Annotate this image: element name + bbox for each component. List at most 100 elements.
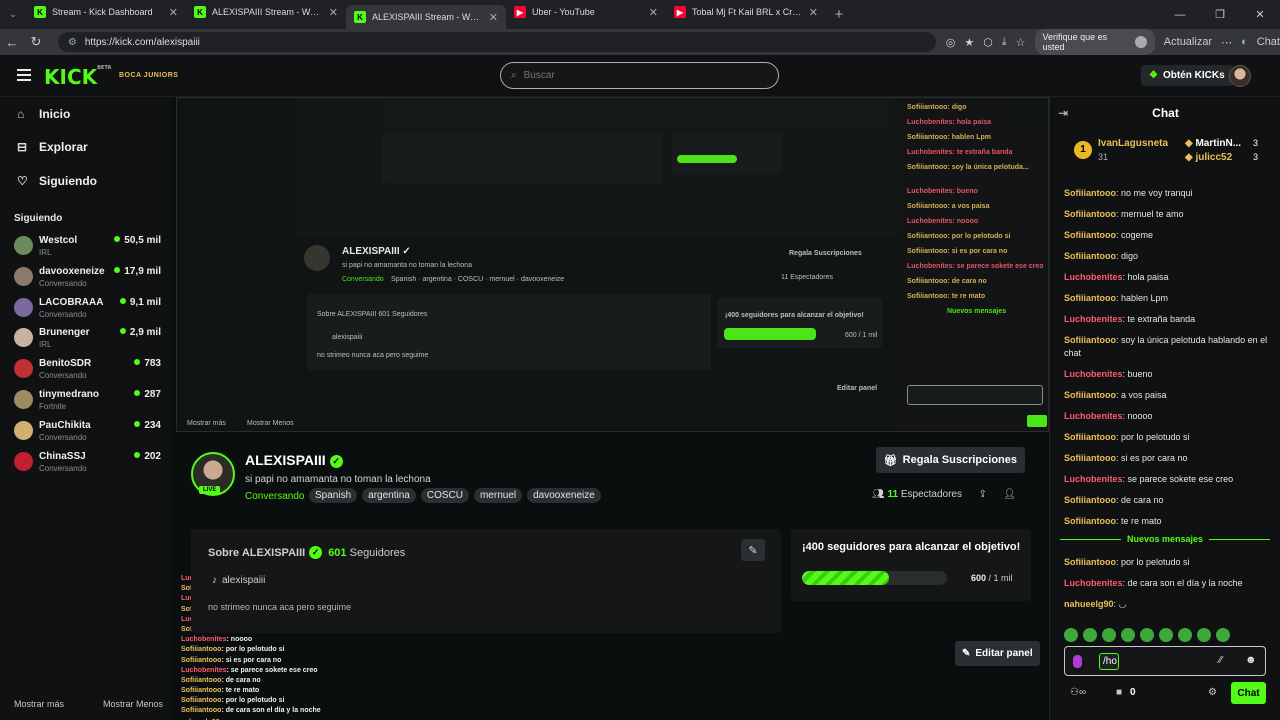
chat-username[interactable]: nahueelg90 [1064,599,1114,609]
close-window-icon[interactable]: ✕ [1240,0,1280,29]
gift-icon[interactable]: ■ [1116,687,1122,698]
chat-username[interactable]: Sofiiiantooo [1064,453,1116,463]
chat-message[interactable]: Sofiiiantooo: a vos paisa [1064,389,1276,402]
chat-input[interactable] [1099,653,1119,670]
emote-icon[interactable] [1159,628,1173,642]
extension-icon[interactable]: ⬡ [983,36,993,49]
browser-tab[interactable]: K ALEXISPAIII Stream - Watch Live o ✕ [186,0,346,24]
update-button[interactable]: Actualizar [1164,36,1212,48]
user-avatar[interactable] [1229,65,1251,87]
emote-icon[interactable] [1121,628,1135,642]
close-tab-icon[interactable]: ✕ [169,6,178,19]
gifter-name[interactable]: ◆ julicc52 [1185,152,1232,163]
emote-icon[interactable] [1216,628,1230,642]
chat-message[interactable]: Luchobenites: bueno [1064,368,1276,381]
favorites-icon[interactable]: ☆ [1016,36,1026,49]
gifter-name[interactable]: ◆ MartinN... [1185,138,1241,149]
search-input[interactable] [523,70,744,81]
kicks-points-icon[interactable]: ⚇∞ [1070,687,1086,698]
chat-send-button[interactable]: Chat [1231,682,1266,704]
chat-username[interactable]: Sofiiiantooo [1064,188,1116,198]
tab-list-icon[interactable]: ⌄ [0,0,26,29]
site-info-icon[interactable]: ⚙ [68,37,77,48]
chat-username[interactable]: Sofiiiantooo [1064,230,1116,240]
chat-username[interactable]: Sofiiiantooo [1064,432,1116,442]
gifter-name[interactable]: IvanLagusneta [1098,138,1168,149]
emote-icon[interactable] [1064,628,1078,642]
sidebar-channel[interactable]: LACOBRAAA Conversando 9,1 mil [14,295,164,323]
reader-icon[interactable]: ◎ [946,36,956,49]
sidebar-channel[interactable]: davooxeneize Conversando 17,9 mil [14,264,164,292]
stream-tag[interactable]: COSCU [420,488,469,503]
channel-name[interactable]: ALEXISPAIII ✓ [245,452,343,468]
close-tab-icon[interactable]: ✕ [329,6,338,19]
chat-username[interactable]: Luchobenites [1064,578,1123,588]
emote-icon[interactable] [1102,628,1116,642]
reload-icon[interactable]: ↻ [24,34,48,50]
chat-message[interactable]: Sofiiiantooo: digo [1064,250,1276,263]
chat-message[interactable]: Sofiiiantooo: por lo pelotudo si [1064,431,1276,444]
chat-message[interactable]: Sofiiiantooo: cogeme [1064,229,1276,242]
new-tab-icon[interactable]: + [826,0,852,29]
chat-message[interactable]: Sofiiiantooo: por lo pelotudo si [1064,556,1276,569]
chat-username[interactable]: Luchobenites [1064,474,1123,484]
follow-user-icon[interactable]: 👤︎ [1003,489,1016,500]
minimize-icon[interactable]: — [1160,0,1200,29]
chat-message[interactable]: Luchobenites: hola paisa [1064,271,1276,284]
stream-tag[interactable]: argentina [362,488,416,503]
chat-message[interactable]: Luchobenites: de cara son el día y la no… [1064,577,1276,590]
stream-tag[interactable]: Spanish [309,488,358,503]
gift-subs-button[interactable]: 🎁︎ Regala Suscripciones [875,447,1025,473]
browser-chat-label[interactable]: Chat [1257,36,1280,48]
chat-message[interactable]: Sofiiiantooo: hablen Lpm [1064,292,1276,305]
tiktok-link[interactable]: ♪ alexispaiii [212,575,265,586]
emote-icon[interactable] [1140,628,1154,642]
search-bar[interactable]: ⌕ [500,62,779,89]
chat-username[interactable]: Sofiiiantooo [1064,293,1116,303]
browser-tab[interactable]: ▶ Uber - YouTube ✕ [506,0,666,24]
chat-message[interactable]: Sofiiiantooo: de cara no [1064,494,1276,507]
browser-tab[interactable]: ▶ Tobal Mj Ft Kail BRL x Cris MJ "QU ✕ [666,0,826,24]
chat-message[interactable]: Luchobenites: noooo [1064,410,1276,423]
sidebar-item-inicio[interactable]: ⌂ Inicio [17,107,70,121]
emote-icon[interactable] [1083,628,1097,642]
microphone-icon[interactable] [1073,655,1082,668]
chat-message[interactable]: Luchobenites: te extraña banda [1064,313,1276,326]
close-tab-icon[interactable]: ✕ [809,6,818,19]
emote-icon[interactable] [1197,628,1211,642]
chat-message[interactable]: Sofiiiantooo: mernuel te amo [1064,208,1276,221]
url-field[interactable]: ⚙ https://kick.com/alexispaiii [57,32,936,52]
chat-username[interactable]: Luchobenites [1064,411,1123,421]
sidebar-channel[interactable]: PauChikita Conversando 234 [14,418,164,446]
close-tab-icon[interactable]: ✕ [649,6,658,19]
close-tab-icon[interactable]: ✕ [489,11,498,24]
back-icon[interactable]: ← [0,35,24,50]
emoji-icon[interactable]: ☻ [1245,654,1257,666]
sidebar-channel[interactable]: ChinaSSJ Conversando 202 [14,449,164,477]
show-more-link[interactable]: Mostrar más [14,699,64,709]
command-icon[interactable]: ⁄⁄ [1219,655,1222,666]
star-icon[interactable]: ★ [964,36,974,49]
chat-message[interactable]: nahueelg90: ◡ [1064,598,1276,611]
sidebar-item-explorar[interactable]: ⊟ Explorar [17,140,88,154]
kick-logo[interactable]: KICKBETA [44,65,111,89]
chat-message[interactable]: Sofiiiantooo: te re mato [1064,515,1276,528]
chat-username[interactable]: Luchobenites [1064,272,1123,282]
sidebar-item-siguiendo[interactable]: ♡ Siguiendo [17,174,97,188]
chat-username[interactable]: Sofiiiantooo [1064,209,1116,219]
edit-panel-button[interactable]: ✎ Editar panel [955,641,1040,666]
chat-username[interactable]: Sofiiiantooo [1064,335,1116,345]
copilot-icon[interactable]: ◐ [1241,36,1248,48]
settings-gear-icon[interactable]: ⚙ [1208,687,1217,698]
edit-pencil-icon[interactable]: ✎ [741,539,765,561]
chat-message[interactable]: Sofiiiantooo: soy la única pelotuda habl… [1064,334,1276,360]
menu-icon[interactable] [17,69,31,81]
chat-username[interactable]: Sofiiiantooo [1064,516,1116,526]
sidebar-channel[interactable]: BenitoSDR Conversando 783 [14,356,164,384]
new-messages-divider[interactable]: Nuevos mensajes [1060,534,1271,544]
chat-username[interactable]: Sofiiiantooo [1064,251,1116,261]
sidebar-channel[interactable]: Westcol IRL 50,5 mil [14,233,164,261]
video-player[interactable]: ALEXISPAIII ✓ si papi no amamanta no tom… [176,97,1049,432]
browser-tab[interactable]: K Stream - Kick Dashboard ✕ [26,0,186,24]
sidebar-channel[interactable]: tinymedrano Fortnite 287 [14,387,164,415]
